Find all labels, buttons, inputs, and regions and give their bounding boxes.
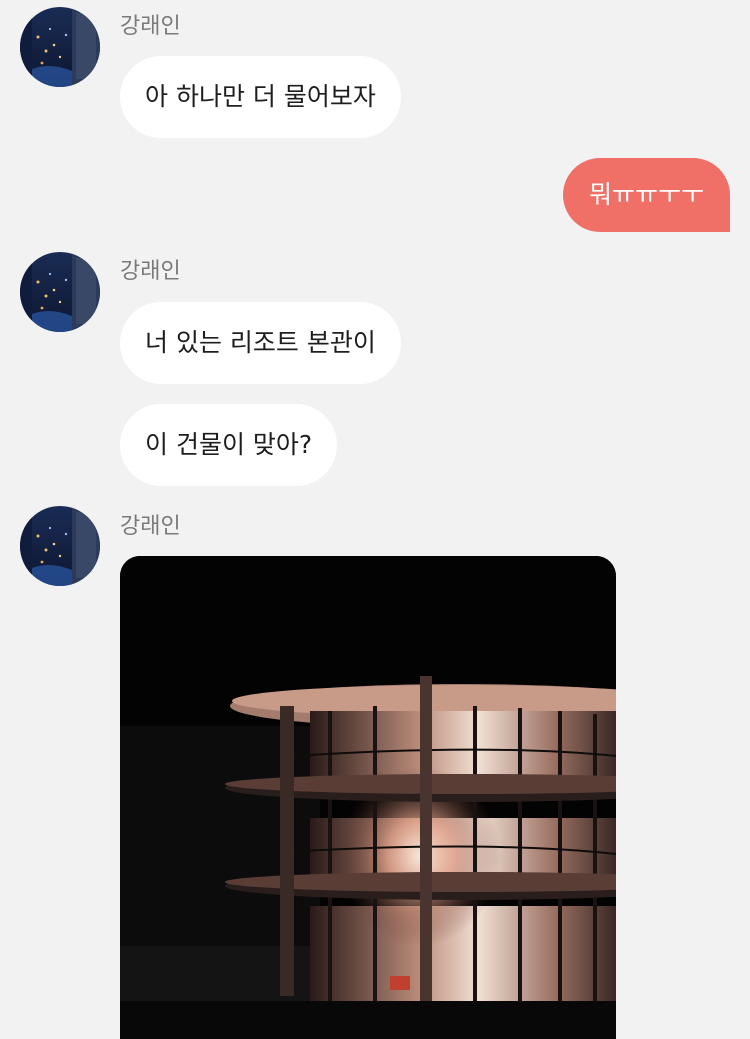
- image-message[interactable]: [120, 556, 616, 1039]
- message-bubble-incoming[interactable]: 이 건물이 맞아?: [120, 404, 338, 486]
- avatar[interactable]: [20, 506, 100, 586]
- avatar[interactable]: [20, 7, 100, 87]
- sender-name: 강래인: [120, 259, 181, 284]
- sender-name: 강래인: [120, 514, 181, 539]
- message-bubble-incoming[interactable]: 아 하나만 더 물어보자: [120, 56, 401, 138]
- message-bubble-outgoing[interactable]: 뭐ㅠㅠㅜㅜ: [562, 158, 730, 232]
- avatar[interactable]: [20, 252, 100, 332]
- building-photo: [120, 556, 616, 1039]
- sender-name: 강래인: [120, 14, 181, 39]
- message-bubble-incoming[interactable]: 너 있는 리조트 본관이: [120, 302, 401, 384]
